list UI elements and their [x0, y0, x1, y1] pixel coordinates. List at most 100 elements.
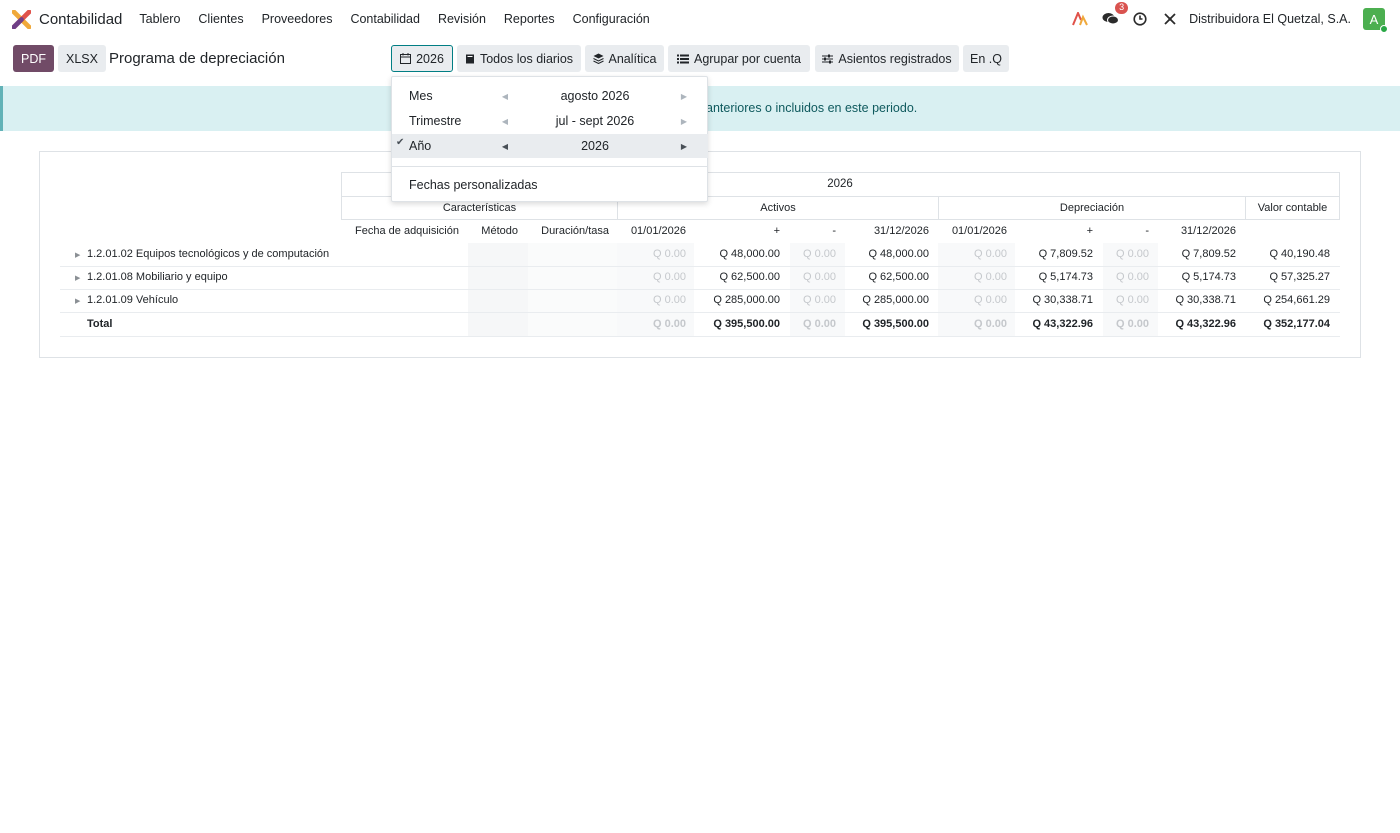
depreciation-header-label: Depreciación	[1059, 202, 1125, 214]
check-icon: ✔	[396, 137, 405, 148]
row-dep-close: Q 30,338.71	[1175, 294, 1236, 306]
row-assets-close: Q 62,500.00	[868, 271, 929, 283]
menu-reportes[interactable]: Reportes	[504, 12, 555, 26]
col-method: Método	[481, 225, 518, 237]
row-book-value: Q 57,325.27	[1269, 271, 1330, 283]
col-assets-plus: +	[773, 225, 780, 237]
page-title: Programa de depreciación	[109, 50, 285, 67]
row-dep-plus: Q 30,338.71	[1032, 294, 1093, 306]
date-option-value: 2026	[581, 139, 609, 153]
row-dep-minus: Q 0.00	[1115, 248, 1149, 260]
app-name[interactable]: Contabilidad	[39, 11, 122, 28]
col-assets-minus: -	[832, 225, 836, 237]
online-status-dot	[1380, 25, 1388, 33]
user-avatar[interactable]: A	[1363, 8, 1388, 33]
debug-tools-icon[interactable]	[1161, 10, 1179, 28]
activity-clock-icon[interactable]	[1131, 10, 1149, 28]
period-header-label: 2026	[827, 178, 853, 190]
top-navbar: Contabilidad Tablero Clientes Proveedore…	[0, 0, 1400, 38]
messages-icon[interactable]: 3	[1101, 2, 1129, 28]
date-option-quarter[interactable]: Trimestre ◀ jul - sept 2026 ▶	[392, 109, 708, 133]
total-label: Total	[87, 318, 113, 330]
entries-filter-label: Asientos registrados	[838, 51, 952, 66]
row-assets-open: Q 0.00	[652, 294, 686, 306]
row-dep-plus: Q 5,174.73	[1038, 271, 1093, 283]
analytic-filter-button[interactable]: Analítica	[585, 45, 664, 72]
method-column-shade	[468, 243, 528, 337]
control-panel: PDF XLSX Programa de depreciación 2026 T…	[0, 44, 1400, 74]
row-dep-open: Q 0.00	[973, 294, 1007, 306]
messages-badge: 3	[1115, 2, 1129, 14]
currency-filter-button[interactable]: En .Q	[963, 45, 1009, 72]
col-acquisition-date: Fecha de adquisición	[355, 225, 459, 237]
dropdown-divider	[392, 166, 708, 167]
total-dep-close: Q 43,322.96	[1175, 318, 1236, 330]
row-divider	[60, 266, 1340, 267]
xlsx-button[interactable]: XLSX	[58, 45, 106, 72]
date-option-label: Trimestre	[409, 114, 462, 128]
group-by-filter-label: Agrupar por cuenta	[693, 51, 801, 66]
menu-configuracion[interactable]: Configuración	[573, 12, 650, 26]
analytic-filter-label: Analítica	[608, 51, 657, 66]
date-option-year[interactable]: ✔ Año ◀ 2026 ▶	[392, 134, 708, 158]
row-assets-close: Q 48,000.00	[868, 248, 929, 260]
sliders-icon	[822, 54, 834, 63]
row-assets-plus: Q 62,500.00	[719, 271, 780, 283]
total-assets-open: Q 0.00	[652, 318, 686, 330]
row-account-name[interactable]: 1.2.01.02 Equipos tecnológicos y de comp…	[87, 248, 329, 260]
menu-clientes[interactable]: Clientes	[198, 12, 243, 26]
row-dep-open: Q 0.00	[973, 271, 1007, 283]
menu-revision[interactable]: Revisión	[438, 12, 486, 26]
col-dep-open: 01/01/2026	[951, 225, 1007, 237]
menu-contabilidad[interactable]: Contabilidad	[350, 12, 420, 26]
total-assets-plus: Q 395,500.00	[713, 318, 780, 330]
row-assets-plus: Q 48,000.00	[719, 248, 780, 260]
journals-filter-button[interactable]: Todos los diarios	[457, 45, 581, 72]
assets-header-label: Activos	[760, 202, 796, 214]
menu-tablero[interactable]: Tablero	[139, 12, 180, 26]
previous-period-icon[interactable]: ◀	[499, 138, 511, 154]
row-assets-minus: Q 0.00	[802, 271, 836, 283]
custom-dates-label: Fechas personalizadas	[409, 178, 538, 192]
next-period-icon[interactable]: ▶	[678, 113, 690, 129]
row-dep-plus: Q 7,809.52	[1038, 248, 1093, 260]
menu-proveedores[interactable]: Proveedores	[262, 12, 333, 26]
previous-period-icon[interactable]: ◀	[499, 88, 511, 104]
entries-filter-button[interactable]: Asientos registrados	[815, 45, 959, 72]
custom-dates-option[interactable]: Fechas personalizadas	[392, 173, 708, 197]
group-by-filter-button[interactable]: Agrupar por cuenta	[668, 45, 810, 72]
caret-right-icon[interactable]: ▶	[75, 251, 80, 259]
accounting-app-logo-icon[interactable]	[12, 9, 31, 29]
row-divider	[60, 336, 1340, 337]
next-period-icon[interactable]: ▶	[678, 138, 690, 154]
journals-filter-label: Todos los diarios	[479, 51, 574, 66]
col-assets-open: 01/01/2026	[630, 225, 686, 237]
row-divider	[60, 312, 1340, 313]
row-account-name[interactable]: 1.2.01.09 Vehículo	[87, 294, 178, 306]
caret-right-icon[interactable]: ▶	[75, 297, 80, 305]
col-dep-minus: -	[1145, 225, 1149, 237]
row-dep-minus: Q 0.00	[1115, 271, 1149, 283]
duration-column-shade	[528, 243, 617, 337]
book-icon	[465, 54, 474, 63]
date-option-label: Mes	[409, 89, 433, 103]
date-option-month[interactable]: Mes ◀ agosto 2026 ▶	[392, 84, 708, 108]
previous-period-icon[interactable]: ◀	[499, 113, 511, 129]
row-assets-close: Q 285,000.00	[862, 294, 929, 306]
date-filter-dropdown: Mes ◀ agosto 2026 ▶ Trimestre ◀ jul - se…	[391, 76, 708, 202]
row-dep-close: Q 7,809.52	[1181, 248, 1236, 260]
date-filter-button[interactable]: 2026	[391, 45, 453, 72]
company-switcher[interactable]: Distribuidora El Quetzal, S.A.	[1189, 12, 1351, 26]
caret-right-icon[interactable]: ▶	[75, 274, 80, 282]
pdf-button[interactable]: PDF	[13, 45, 54, 72]
calendar-icon	[400, 53, 412, 64]
col-dep-plus: +	[1086, 225, 1093, 237]
navbar-systray: 3 Distribuidora El Quetzal, S.A. A	[1059, 2, 1388, 33]
next-period-icon[interactable]: ▶	[678, 88, 690, 104]
avatar-letter: A	[1369, 11, 1379, 27]
row-assets-open: Q 0.00	[652, 271, 686, 283]
total-assets-minus: Q 0.00	[802, 318, 836, 330]
row-account-name[interactable]: 1.2.01.08 Mobiliario y equipo	[87, 271, 228, 283]
ai-assistant-icon[interactable]	[1071, 10, 1089, 28]
total-dep-open: Q 0.00	[973, 318, 1007, 330]
